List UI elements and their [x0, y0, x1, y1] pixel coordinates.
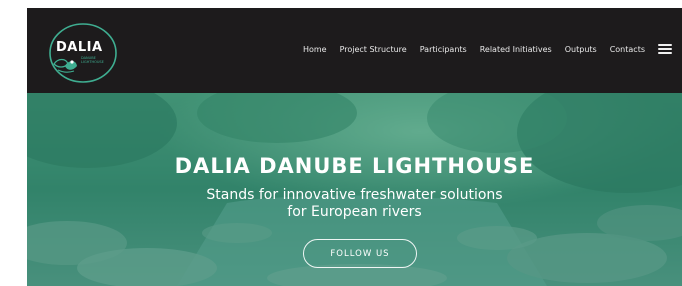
follow-us-button[interactable]: FOLLOW US [303, 239, 417, 268]
hero-section: DALIA DANUBE LIGHTHOUSE Stands for innov… [27, 93, 682, 286]
main-nav: Home Project Structure Participants Rela… [303, 44, 672, 54]
site-logo[interactable]: DALIA DANUBE LIGHTHOUSE [48, 22, 118, 84]
logo-title: DALIA [56, 40, 103, 55]
hero-title: DALIA DANUBE LIGHTHOUSE [174, 154, 535, 178]
hero-subtitle-line-1: Stands for innovative freshwater solutio… [206, 187, 503, 203]
hero-subtitle: Stands for innovative freshwater solutio… [27, 187, 682, 221]
hamburger-menu-icon[interactable] [658, 44, 672, 54]
nav-related-initiatives[interactable]: Related Initiatives [480, 45, 552, 54]
nav-project-structure[interactable]: Project Structure [340, 45, 407, 54]
logo-subtitle: DANUBE LIGHTHOUSE [81, 56, 104, 64]
site-header: DALIA DANUBE LIGHTHOUSE Home Project Str… [27, 8, 682, 93]
nav-contacts[interactable]: Contacts [610, 45, 645, 54]
nav-outputs[interactable]: Outputs [565, 45, 597, 54]
nav-participants[interactable]: Participants [420, 45, 467, 54]
nav-home[interactable]: Home [303, 45, 327, 54]
hero-subtitle-line-2: for European rivers [287, 204, 422, 220]
page-frame: DALIA DANUBE LIGHTHOUSE Home Project Str… [27, 8, 682, 286]
